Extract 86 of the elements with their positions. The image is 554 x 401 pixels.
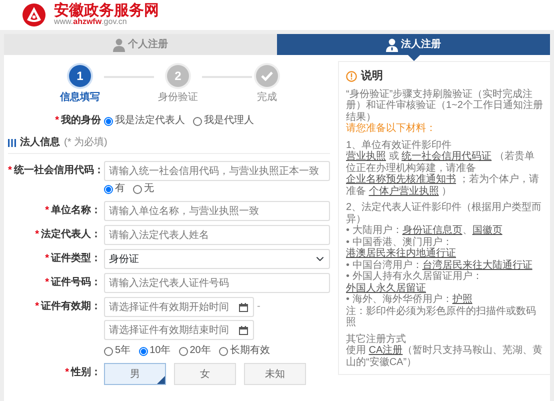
gender-option[interactable]: 男 [104,363,166,385]
option-label: 有 [115,182,125,196]
option-label: 长期有效 [230,344,270,358]
calendar-icon [239,326,248,334]
field-label: 我的身份 [61,115,101,126]
note-text: • 外国人持有永久居留证用户： 外国人永久居留证 [346,271,484,294]
required-hint: (* 为必填) [64,136,108,150]
required-mark: * [45,205,49,216]
note-text: 请您准备以下材料： [346,123,437,134]
note-link[interactable]: 外国人永久居留证 [346,282,426,294]
required-mark: * [65,367,69,378]
radio-button[interactable] [193,116,202,126]
note-link[interactable]: 身份证信息页 [402,225,462,236]
radio-button[interactable] [218,346,228,356]
gender-option[interactable]: 女 [174,363,236,385]
required-mark: * [45,253,49,264]
info-icon [346,70,357,82]
radio-button[interactable] [104,184,113,194]
field-label: 统一社会信用代码： [14,165,104,176]
text-field[interactable]: 请输入单位名称，与营业执照一致 [104,201,330,221]
field-label: 证件号码： [51,277,101,288]
radio-button[interactable] [138,346,148,356]
note-text: 使用 CA注册（暂时只支持马鞍山、芜湖、黄山的“安徽CA”） [346,345,544,368]
step-circle: 2 [167,65,189,87]
note-text: 1、单位有效证件影印件 [346,140,453,150]
option-label: 我是代理人 [204,114,254,128]
radio-button[interactable] [104,346,113,356]
site-logo-icon [22,3,46,27]
required-mark: * [55,115,59,126]
range-separator: - [256,300,262,314]
field-label: 性别： [71,367,101,378]
gender-option[interactable]: 未知 [244,363,306,385]
date-field[interactable]: 请选择证件有效期结束时间 [104,320,254,340]
step-label: 身份验证 [158,91,198,105]
option-label: 无 [144,182,154,196]
note-link[interactable]: 台湾居民来往大陆通行证 [422,260,532,270]
step-label: 完成 [257,90,277,105]
note-text: 其它注册方式 [346,334,407,344]
check-icon [261,71,273,81]
note-text: • 中国台湾用户：台湾居民来往大陆通行证 [346,260,534,270]
required-mark: * [8,165,12,176]
option-label: 5年 [115,344,131,358]
note-link[interactable]: 个体户营业执照 [368,186,439,196]
note-link[interactable]: 护照 [452,294,472,305]
text-field[interactable]: 请输入统一社会信用代码，与营业执照正本一致 [104,161,330,181]
site-title: 安徽政务服务网 [54,3,159,18]
note-link[interactable]: 统一社会信用代码证 [402,151,492,162]
note-link[interactable]: 港澳居民来往内地通行证 [346,248,456,259]
text-field[interactable]: 请输入法定代表人证件号码 [104,273,330,293]
required-mark: * [45,277,49,288]
radio-button[interactable] [178,346,188,356]
required-mark: * [35,301,39,312]
date-field[interactable]: 请选择证件有效期开始时间 [104,297,254,317]
note-text: 营业执照 或 统一社会信用代码证 （若贵单位正在办理机构筹建，请准备 企业名称预先核准通知书 ；若为个体户，请准备 个体户营业执照 ） [346,151,540,197]
note-text: 2、法定代表人证件影印件（根据用户类型而异） [346,202,543,224]
option-label: 10年 [150,344,171,358]
radio-button[interactable] [104,116,113,126]
step-label: 信息填写 [60,90,100,105]
person-icon [113,38,125,52]
section-title: 法人信息 [20,136,60,150]
field-label: 证件类型： [51,253,101,264]
field-label: 单位名称： [51,205,101,216]
note-text: • 海外、海外华侨用户：护照 [346,294,474,306]
note-text: • 大陆用户：身份证信息页、国徽页 [346,225,504,236]
note-text: • 中国香港、澳门用户： 港澳居民来往内地通行证 [346,236,457,260]
field-label: 证件有效期： [41,301,101,312]
note-link[interactable]: 营业执照 [346,151,386,162]
radio-button[interactable] [133,184,142,194]
note-link[interactable]: 国徽页 [472,225,502,236]
option-label: 我是法定代表人 [115,114,185,128]
required-mark: * [35,229,39,240]
note-text: 注：影印件必须为彩色原件的扫描件或数码照 [346,306,537,328]
notes-title: 说明 [361,68,383,84]
option-label: 20年 [190,344,211,358]
step-circle: 1 [69,65,91,87]
list-icon [8,138,16,146]
person-with-tie-icon [386,38,398,52]
note-link[interactable]: CA注册 [368,345,403,356]
select-field[interactable]: 身份证 [104,249,330,269]
field-label: 法定代表人： [41,229,101,240]
calendar-icon [239,302,248,312]
text-field[interactable]: 请输入法定代表人姓名 [104,225,330,245]
tab-pointer [408,55,420,61]
note-link[interactable]: 企业名称预先核准通知书 [346,174,456,185]
note-text: “身份验证”步骤支持刷脸验证（实时完成注册）和证件审核验证（1~2个工作日通知注册结果） [346,88,544,122]
site-url: www.ahzwfw.gov.cn [54,18,127,27]
